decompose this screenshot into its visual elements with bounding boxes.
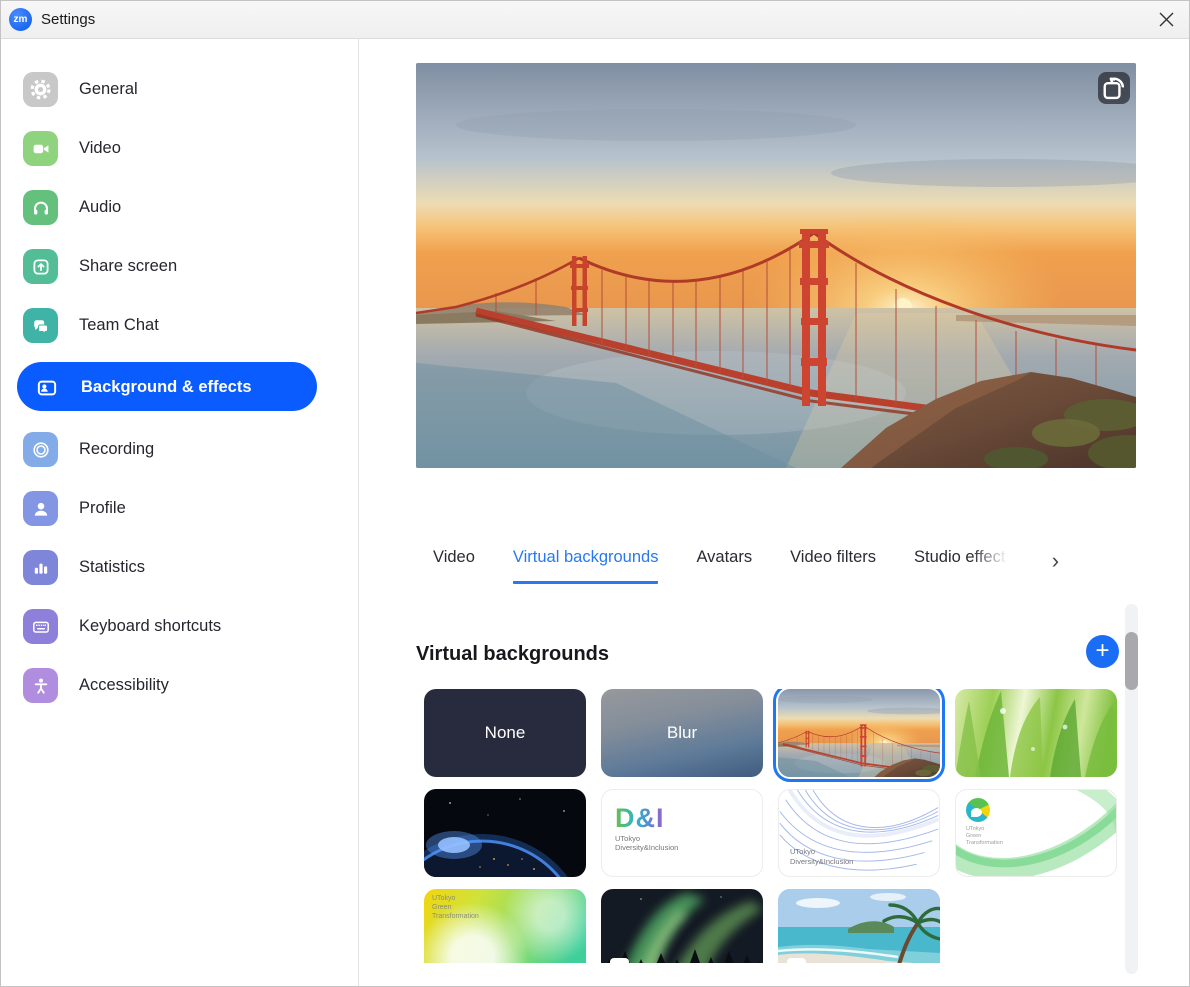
vb-tile-none[interactable]: None — [424, 689, 586, 777]
sidebar-item-label: Audio — [79, 198, 121, 217]
sidebar-item-audio[interactable]: Audio — [1, 178, 358, 237]
settings-window: zm Settings General Video Audio — [0, 0, 1190, 987]
transformation-line: Transformation — [432, 913, 479, 922]
mirror-video-button[interactable] — [1098, 72, 1130, 104]
utokyo-line: UTokyo — [432, 895, 479, 904]
wave-text-block: UTokyo Diversity&Inclusion — [790, 847, 853, 866]
sidebar-item-accessibility[interactable]: Accessibility — [1, 656, 358, 715]
video-background-badge-icon — [787, 958, 806, 963]
close-button[interactable] — [1143, 1, 1189, 38]
window-title: Settings — [41, 11, 95, 28]
share-screen-icon — [23, 249, 58, 284]
scrollbar-thumb[interactable] — [1125, 632, 1138, 690]
titlebar: zm Settings — [1, 1, 1189, 39]
virtual-backgrounds-grid: None Blur — [416, 689, 1128, 963]
background-preview-image — [416, 63, 1136, 468]
video-camera-icon — [23, 131, 58, 166]
tile-label: Blur — [601, 689, 763, 777]
vb-tile-green-transformation[interactable]: UTokyo Green Transformation — [424, 889, 586, 963]
sidebar-item-profile[interactable]: Profile — [1, 479, 358, 538]
green-line: Green — [432, 904, 479, 913]
sidebar-item-share-screen[interactable]: Share screen — [1, 237, 358, 296]
section-title: Virtual backgrounds — [416, 643, 609, 666]
chevron-right-icon[interactable]: › — [1052, 550, 1059, 584]
close-icon — [1158, 11, 1175, 28]
green-arc-text-block: UTokyo Green Transformation — [966, 826, 1003, 847]
utokyo-line: UTokyo — [615, 834, 678, 843]
tab-studio-effects-clip: Studio effects — [914, 548, 1014, 584]
golden-gate-thumbnail — [778, 689, 940, 777]
tab-virtual-backgrounds[interactable]: Virtual backgrounds — [513, 548, 659, 584]
diversity-line: Diversity&Inclusion — [615, 843, 678, 852]
dni-logo-block: D&I UTokyo Diversity&Inclusion — [615, 803, 678, 853]
chat-bubbles-icon — [23, 308, 58, 343]
sidebar-item-label: Profile — [79, 499, 126, 518]
mirror-icon — [1098, 72, 1130, 104]
sidebar-item-label: Accessibility — [79, 676, 169, 695]
background-effects-icon — [29, 370, 64, 405]
vb-tile-golden-gate-selected[interactable] — [778, 689, 940, 777]
diversity-line: Diversity&Inclusion — [790, 857, 853, 866]
vb-tile-wave[interactable]: UTokyo Diversity&Inclusion — [778, 789, 940, 877]
vb-tile-green-arc[interactable]: UTokyo Green Transformation — [955, 789, 1117, 877]
sidebar-item-video[interactable]: Video — [1, 119, 358, 178]
sidebar: General Video Audio Share screen Team Ch — [1, 39, 359, 987]
sidebar-item-label: Statistics — [79, 558, 145, 577]
sidebar-item-background-effects[interactable]: Background & effects — [1, 358, 358, 417]
vb-tile-dni-logo[interactable]: D&I UTokyo Diversity&Inclusion — [601, 789, 763, 877]
sidebar-item-statistics[interactable]: Statistics — [1, 538, 358, 597]
vb-tile-blur[interactable]: Blur — [601, 689, 763, 777]
record-icon — [23, 432, 58, 467]
transformation-line: Transformation — [966, 840, 1003, 847]
sidebar-item-keyboard-shortcuts[interactable]: Keyboard shortcuts — [1, 597, 358, 656]
utokyo-line: UTokyo — [966, 826, 1003, 833]
sidebar-item-general[interactable]: General — [1, 60, 358, 119]
green-line: Green — [966, 833, 1003, 840]
golden-gate-preview — [416, 63, 1136, 468]
tab-video-filters[interactable]: Video filters — [790, 548, 876, 584]
tab-avatars[interactable]: Avatars — [696, 548, 752, 584]
tab-video[interactable]: Video — [433, 548, 475, 584]
utokyo-green-logo-icon — [966, 798, 990, 822]
profile-icon — [23, 491, 58, 526]
vb-tile-beach[interactable] — [778, 889, 940, 963]
earth-thumbnail — [424, 789, 586, 877]
sidebar-item-label: Recording — [79, 440, 154, 459]
sidebar-item-recording[interactable]: Recording — [1, 420, 358, 479]
add-background-button[interactable]: + — [1086, 635, 1119, 668]
sidebar-item-label: Keyboard shortcuts — [79, 617, 221, 636]
sidebar-item-team-chat[interactable]: Team Chat — [1, 296, 358, 355]
video-background-badge-icon — [610, 958, 629, 963]
sidebar-item-label: Background & effects — [81, 378, 252, 397]
keyboard-icon — [23, 609, 58, 644]
vb-tile-grass[interactable] — [955, 689, 1117, 777]
sidebar-item-label: Team Chat — [79, 316, 159, 335]
background-tabs: Video Virtual backgrounds Avatars Video … — [416, 536, 1146, 584]
utokyo-line: UTokyo — [790, 847, 853, 856]
gear-icon — [23, 72, 58, 107]
bar-chart-icon — [23, 550, 58, 585]
grass-thumbnail — [955, 689, 1117, 777]
sidebar-item-label: General — [79, 80, 138, 99]
main-content: Video Virtual backgrounds Avatars Video … — [359, 39, 1190, 987]
dni-logo-text: D&I — [615, 803, 678, 834]
virtual-backgrounds-header: Virtual backgrounds + — [416, 635, 1136, 679]
accessibility-icon — [23, 668, 58, 703]
gx-text-block: UTokyo Green Transformation — [432, 895, 479, 921]
headphones-icon — [23, 190, 58, 225]
sidebar-item-label: Video — [79, 139, 121, 158]
vb-tile-aurora[interactable] — [601, 889, 763, 963]
beach-thumbnail — [778, 889, 940, 963]
vb-tile-earth[interactable] — [424, 789, 586, 877]
zoom-logo-icon: zm — [9, 8, 32, 31]
aurora-thumbnail — [601, 889, 763, 963]
tile-label: None — [424, 689, 586, 777]
tab-studio-effects[interactable]: Studio effects — [914, 548, 1014, 584]
sidebar-item-label: Share screen — [79, 257, 177, 276]
